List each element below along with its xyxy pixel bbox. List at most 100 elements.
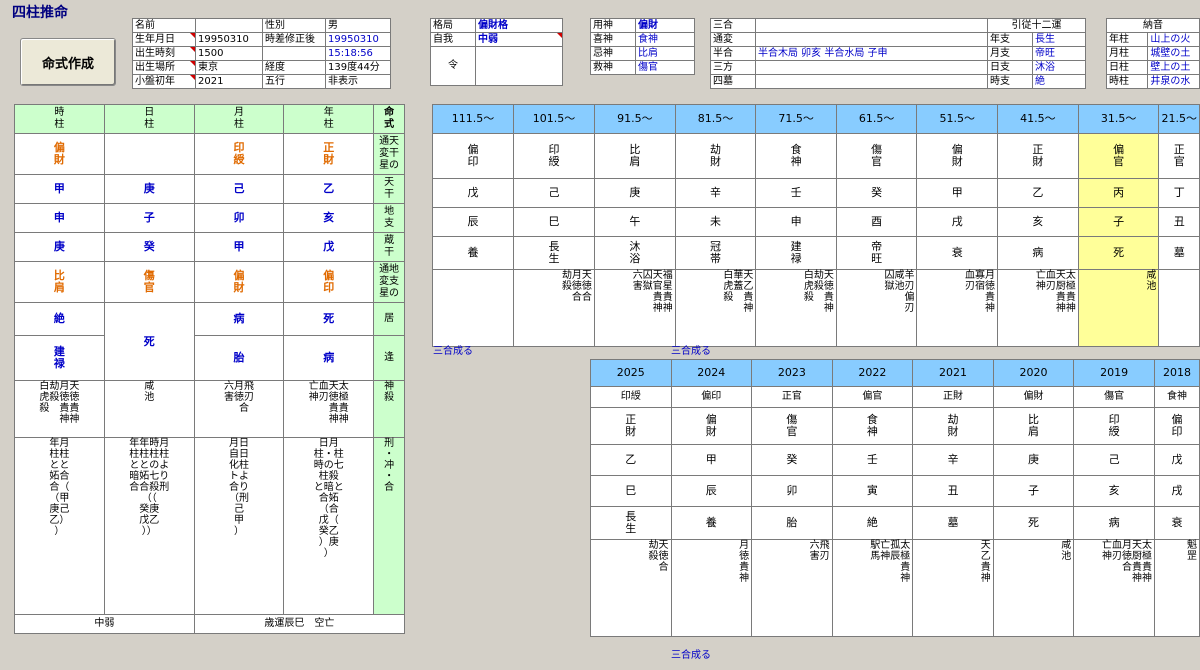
daiun-ages-cell[interactable]: 31.5〜	[1077, 104, 1160, 134]
sango-value[interactable]	[755, 32, 989, 47]
profile-cell[interactable]: 1500	[195, 46, 263, 61]
nenun-kan-cell: 甲	[670, 444, 753, 476]
daiun-shinsatsu-row: 劫月天 殺徳徳 合合 六囚天福 害獄官星 貴貴 神神 白華天 虎蓋乙 殺 貴 神白劫…	[432, 269, 1200, 347]
daiun-ages-cell[interactable]: 41.5〜	[997, 104, 1079, 134]
pillar-chart: 時 柱日 柱月 柱年 柱命 式偏 財印 綬正 財通天 変干 星の甲庚己乙天 干申…	[14, 104, 406, 634]
nenun-kan-cell: 戊	[1154, 444, 1200, 476]
profile-cell[interactable]: 19950310	[325, 32, 391, 47]
nenun-years-cell[interactable]: 2022	[831, 359, 914, 387]
nenun-shi-cell: 辰	[670, 475, 753, 507]
nenun-sub-cell: 印綬	[590, 386, 672, 408]
daiun-tsuhen-cell: 偏 財	[916, 133, 999, 179]
daiun-sango-link-2[interactable]: 三合成る	[671, 342, 711, 357]
nenun-years-row: 2025 2024 2023 2022 2021 2020 2019 2018	[590, 359, 1200, 387]
pillar-tsuhen_top-cell: 正 財	[283, 133, 375, 175]
profile-cell[interactable]: 19950310	[195, 32, 263, 47]
yojin-value[interactable]: 比肩	[635, 46, 695, 61]
junishi-value[interactable]: 絶	[1032, 74, 1086, 89]
sango-value[interactable]	[755, 18, 989, 33]
nenun-years-cell[interactable]: 2020	[992, 359, 1075, 387]
daiun-ages-cell[interactable]: 91.5〜	[593, 104, 676, 134]
profile-cell[interactable]: 139度44分	[325, 60, 391, 75]
pillar-to-side-label: 逢	[373, 335, 405, 381]
pillar-kyo-cell: 病	[193, 302, 285, 336]
daiun-sango-link-1[interactable]: 三合成る	[433, 342, 473, 357]
pillar-tsuhen_bottom-cell: 偏 印	[283, 261, 375, 303]
nenun-years-cell[interactable]: 2021	[912, 359, 994, 387]
nenun-shinsatsu-cell: 魁 罡	[1154, 539, 1200, 637]
daiun-ages-cell[interactable]: 111.5〜	[432, 104, 514, 134]
nenun-years-cell[interactable]: 2024	[670, 359, 753, 387]
nenun-unsei-cell: 病	[1073, 506, 1156, 540]
junishi-value[interactable]: 帝旺	[1032, 46, 1086, 61]
pillar-footer: 中弱 歳運辰巳 空亡	[14, 614, 406, 634]
daiun-unsei-cell: 死	[1077, 236, 1160, 270]
daiun-ages-cell[interactable]: 51.5〜	[916, 104, 999, 134]
nacchin-value[interactable]: 井泉の水	[1147, 74, 1200, 89]
pillar-chishi-cell: 亥	[283, 203, 375, 233]
profile-cell[interactable]: 東京	[195, 60, 263, 75]
nenun-tsuhen-cell: 傷 官	[751, 407, 833, 445]
daiun-ages-cell[interactable]: 81.5〜	[674, 104, 757, 134]
yojin-value[interactable]: 傷官	[635, 60, 695, 75]
pillar-header: 日 柱	[103, 104, 195, 134]
nenun-shi-cell: 巳	[590, 475, 672, 507]
nenun-years-cell[interactable]: 2019	[1073, 359, 1156, 387]
yojin-label: 用神	[590, 18, 636, 33]
nenun-kan-cell: 己	[1073, 444, 1156, 476]
nacchin-value[interactable]: 山上の火	[1147, 32, 1200, 47]
nenun-sub-cell: 偏官	[831, 386, 914, 408]
pillar-tenkan-cell: 庚	[103, 174, 195, 204]
daiun-shinsatsu-cell: 咸 池	[1077, 269, 1160, 347]
pillar-tenkan-cell: 乙	[283, 174, 375, 204]
nenun-unsei-cell: 養	[670, 506, 753, 540]
pillar-shinsatsu-cell: 咸 池	[103, 380, 195, 438]
profile-table: 名前 性別男生年月日 19950310 時差修正後 19950310 出生時刻 1500 15…	[132, 18, 391, 89]
daiun-shi-cell: 未	[674, 207, 757, 237]
pillar-keichu: 年月 柱柱 とと 妬合 合（ （甲 庚己 乙） ）年年時月 柱柱柱柱 ととのよ …	[14, 437, 405, 615]
yojin-value[interactable]: 食神	[635, 32, 695, 47]
profile-cell[interactable]	[195, 18, 263, 33]
profile-cell: 五行	[262, 74, 326, 89]
profile-cell[interactable]: 男	[325, 18, 391, 33]
jiga-value[interactable]: 中弱	[475, 32, 563, 47]
pillar-tsuhen_top-side-label: 通天 変干 星の	[373, 133, 405, 175]
kakkyoku-table: 格局 偏財格 自我 中弱 令	[430, 18, 563, 86]
daiun-shinsatsu-cell: 六囚天福 害獄官星 貴貴 神神	[593, 269, 676, 347]
pillar-tsuhen_bottom: 比 肩傷 官偏 財偏 印通地 変支 星の	[14, 261, 405, 303]
sango-label: 通変	[710, 32, 756, 47]
make-chart-button[interactable]: 命式作成	[20, 38, 116, 86]
profile-cell[interactable]: 非表示	[325, 74, 391, 89]
sango-value[interactable]	[755, 60, 989, 75]
profile-cell[interactable]: 15:18:56	[325, 46, 391, 61]
pillar-chishi-cell: 卯	[193, 203, 285, 233]
pillar-chishi-cell: 子	[103, 203, 195, 233]
nenun-sub-cell: 傷官	[1073, 386, 1156, 408]
nenun-shi-cell: 寅	[831, 475, 914, 507]
jiga-label: 自我	[430, 32, 476, 47]
pillar-keichu-cell: 年年時月 柱柱柱柱 ととのよ 暗妬七り 合合殺刑 （（ 癸庚 戊乙 ））	[103, 437, 195, 615]
sango-value[interactable]	[755, 74, 989, 89]
nenun-years-cell[interactable]: 2023	[751, 359, 833, 387]
nacchin-value[interactable]: 城壁の土	[1147, 46, 1200, 61]
yojin-label: 救神	[590, 60, 636, 75]
profile-row: 出生場所 東京 経度 139度44分	[132, 60, 391, 75]
daiun-ages-cell[interactable]: 71.5〜	[755, 104, 837, 134]
nacchin-table: 納音 年柱 山上の火 月柱 城壁の土 日柱 壁上の土 時柱 井泉の水	[1105, 18, 1200, 89]
junishi-label: 日支	[987, 60, 1033, 75]
nenun-years-cell[interactable]: 2018	[1154, 359, 1200, 387]
junishi-value[interactable]: 長生	[1032, 32, 1086, 47]
sango-value[interactable]: 半合木局 卯亥 半合水局 子申	[755, 46, 989, 61]
daiun-ages-cell[interactable]: 61.5〜	[835, 104, 918, 134]
pillar-tenkan-cell: 甲	[14, 174, 105, 204]
profile-cell[interactable]: 2021	[195, 74, 263, 89]
daiun-ages-cell[interactable]: 101.5〜	[512, 104, 595, 134]
nacchin-value[interactable]: 壁上の土	[1147, 60, 1200, 75]
pillar-chishi: 申子卯亥地 支	[14, 203, 405, 233]
nenun-sango-link[interactable]: 三合成る	[671, 646, 711, 661]
daiun-ages-cell[interactable]: 21.5〜	[1158, 104, 1200, 134]
junishi-value[interactable]: 沐浴	[1032, 60, 1086, 75]
nenun-unsei-cell: 長 生	[590, 506, 672, 540]
yojin-value[interactable]: 偏財	[635, 18, 695, 33]
nenun-years-cell[interactable]: 2025	[590, 359, 672, 387]
